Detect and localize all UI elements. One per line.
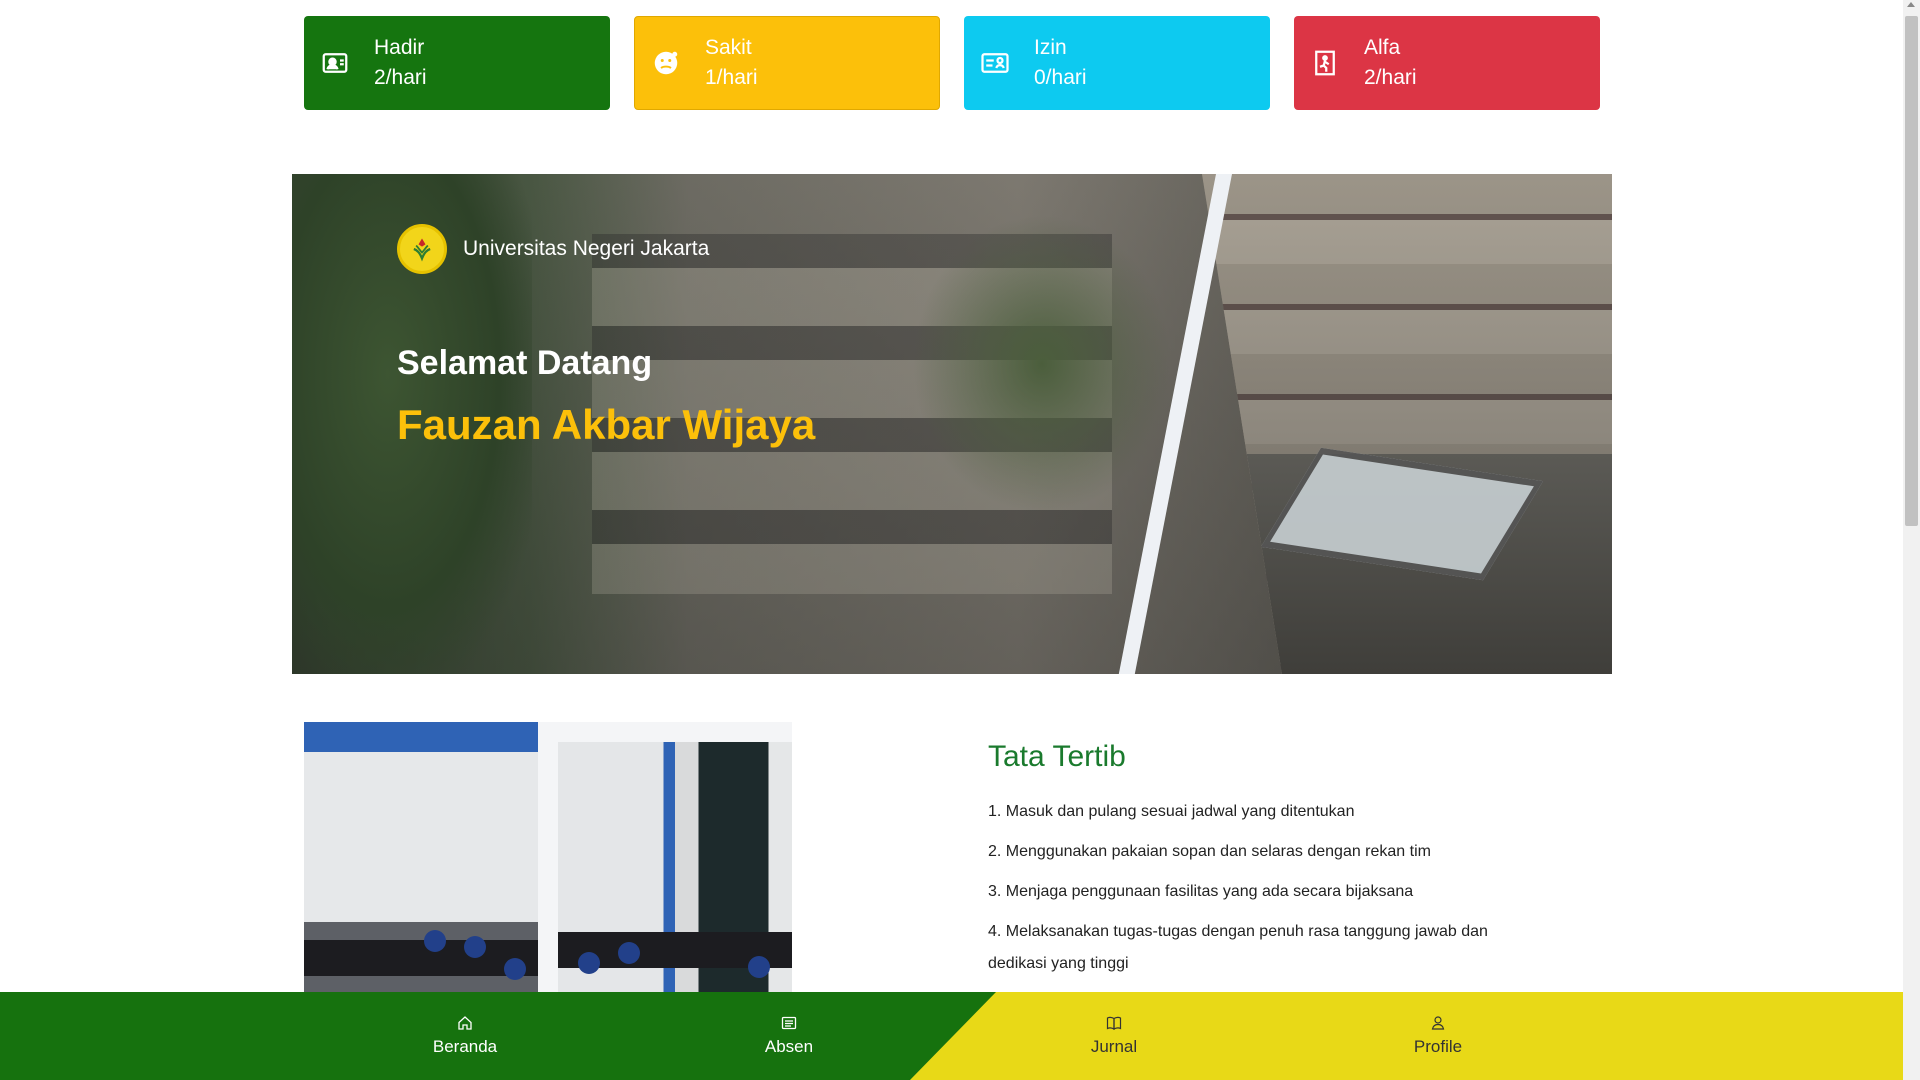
- nav-label: Beranda: [432, 1037, 498, 1056]
- scroll-thumb[interactable]: [1905, 16, 1918, 526]
- user-name: Fauzan Akbar Wijaya: [397, 401, 816, 448]
- chair: [618, 942, 640, 964]
- welcome-hero: Universitas Negeri Jakarta Selamat Datan…: [292, 174, 1612, 674]
- book-open-icon: [1106, 1016, 1122, 1031]
- university-logo-icon: [397, 224, 447, 274]
- chair: [504, 958, 526, 980]
- stat-label: Hadir: [374, 36, 425, 59]
- university-name: Universitas Negeri Jakarta: [463, 237, 710, 260]
- tree-foliage: [912, 214, 1172, 514]
- scroll-up-arrow-icon[interactable]: [1907, 2, 1915, 7]
- stat-value: 0/hari: [1034, 66, 1087, 89]
- sick-face-icon: [651, 48, 681, 78]
- rule-item: 4. Melaksanakan tugas-tugas dengan penuh…: [988, 923, 1488, 972]
- person-badge-icon: [320, 48, 350, 78]
- rules-section: Tata Tertib 1. Masuk dan pulang sesuai j…: [988, 740, 1548, 988]
- nav-label: Profile: [1413, 1037, 1463, 1056]
- lab-photo-2: [558, 742, 792, 992]
- stat-label: Izin: [1034, 36, 1067, 59]
- rules-title: Tata Tertib: [988, 740, 1126, 773]
- chair: [464, 936, 486, 958]
- exit-door-icon: [1310, 48, 1340, 78]
- lab-photo-1: [304, 722, 538, 992]
- welcome-heading: Selamat Datang: [397, 344, 653, 382]
- attendance-stats: Hadir 2/hari Sakit 1/hari Izin 0/hari Al…: [304, 16, 1600, 110]
- stat-card-hadir[interactable]: Hadir 2/hari: [304, 16, 610, 110]
- person-icon: [1431, 1016, 1445, 1030]
- stat-label: Alfa: [1364, 36, 1401, 59]
- desk-row: [304, 940, 538, 976]
- chair: [748, 956, 770, 978]
- university-brand: Universitas Negeri Jakarta: [397, 224, 815, 274]
- rule-item: 2. Menggunakan pakaian sopan dan selaras…: [988, 843, 1431, 860]
- chair: [578, 952, 600, 974]
- nav-item-jurnal[interactable]: Jurnal: [1034, 992, 1194, 1080]
- nav-item-profile[interactable]: Profile: [1358, 992, 1518, 1080]
- page-scrollbar[interactable]: [1903, 0, 1920, 1080]
- nav-label: Jurnal: [1090, 1037, 1138, 1056]
- id-card-icon: [980, 48, 1010, 78]
- stat-card-alfa[interactable]: Alfa 2/hari: [1294, 16, 1600, 110]
- stat-value: 2/hari: [374, 66, 427, 89]
- stat-card-izin[interactable]: Izin 0/hari: [964, 16, 1270, 110]
- stat-value: 2/hari: [1364, 66, 1417, 89]
- chair: [424, 930, 446, 952]
- nav-item-absen[interactable]: Absen: [709, 992, 869, 1080]
- stat-label: Sakit: [705, 36, 752, 59]
- home-icon: [458, 1016, 472, 1030]
- rule-item: 1. Masuk dan pulang sesuai jadwal yang d…: [988, 803, 1355, 820]
- stat-card-sakit[interactable]: Sakit 1/hari: [634, 16, 940, 110]
- bottom-navigation: Beranda Absen Jurnal Profile: [0, 992, 1903, 1080]
- nav-label: Absen: [764, 1037, 814, 1056]
- rule-item: 3. Menjaga penggunaan fasilitas yang ada…: [988, 883, 1414, 900]
- nav-item-beranda[interactable]: Beranda: [385, 992, 545, 1080]
- list-card-icon: [781, 1016, 797, 1030]
- stat-value: 1/hari: [705, 66, 758, 89]
